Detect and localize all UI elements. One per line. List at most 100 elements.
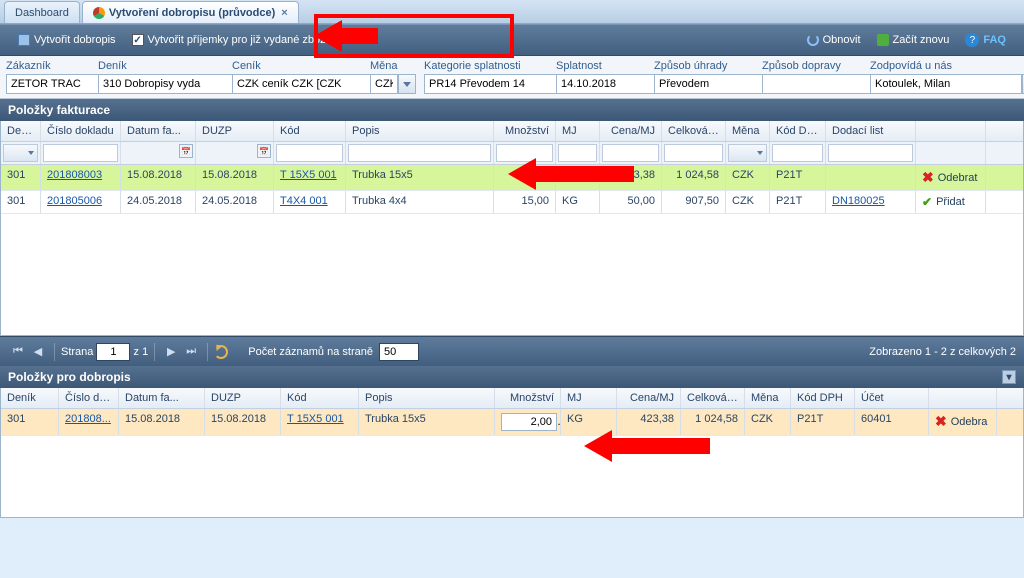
code-link[interactable]: T 15X5 001	[280, 169, 337, 181]
remove-row-button[interactable]: ✖Odebrat	[922, 169, 977, 186]
cell2-currency: CZK	[745, 409, 791, 435]
col-date[interactable]: Datum fa...	[121, 121, 196, 141]
col2-vat[interactable]: Kód DPH	[791, 388, 855, 408]
close-icon[interactable]: ×	[281, 7, 287, 19]
cell2-desc: Trubka 15x5	[359, 409, 495, 435]
pager-refresh-icon[interactable]	[214, 345, 228, 359]
invoice-items-title: Položky fakturace	[8, 103, 110, 117]
prev-page-button[interactable]: ◀	[30, 344, 46, 360]
filter-delivery[interactable]	[828, 144, 913, 162]
col-price[interactable]: Cena/MJ	[600, 121, 662, 141]
remove2-icon: ✖	[935, 413, 947, 430]
table-row[interactable]: 301 201808... 15.08.2018 15.08.2018 T 15…	[1, 409, 1023, 436]
currency-input[interactable]	[370, 74, 398, 94]
due-category-label: Kategorie splatnosti	[424, 60, 552, 72]
filter-qty[interactable]	[496, 144, 553, 162]
tab-wizard[interactable]: Vytvoření dobropisu (průvodce) ×	[82, 1, 299, 23]
cell-date: 24.05.2018	[121, 191, 196, 213]
invoice-items-columns: Deník Číslo dokladu Datum fa... DUZP Kód…	[1, 121, 1023, 142]
delivery-link[interactable]: DN180025	[832, 195, 885, 207]
create-receipt-checkbox[interactable]: ✓ Vytvořit příjemky pro již vydané zboží	[124, 30, 337, 50]
page-input[interactable]	[96, 343, 130, 361]
filter-price[interactable]	[602, 144, 659, 162]
filter-docnum[interactable]	[43, 144, 118, 162]
col-vat[interactable]: Kód DPH	[770, 121, 826, 141]
cell2-date: 15.08.2018	[119, 409, 205, 435]
col-action	[916, 121, 986, 141]
filter-desc[interactable]	[348, 144, 491, 162]
pricelist-input[interactable]	[232, 74, 384, 94]
create-credit-button[interactable]: Vytvořit dobropis	[10, 30, 124, 50]
col-delivery[interactable]: Dodací list	[826, 121, 916, 141]
col2-desc[interactable]: Popis	[359, 388, 495, 408]
col2-journal[interactable]: Deník	[1, 388, 59, 408]
col-unit[interactable]: MJ	[556, 121, 600, 141]
cell2-total: 1 024,58	[681, 409, 745, 435]
faq-button[interactable]: ? FAQ	[957, 29, 1014, 51]
col2-total[interactable]: Celková ...	[681, 388, 745, 408]
col-desc[interactable]: Popis	[346, 121, 494, 141]
cell2-unit: KG	[561, 409, 617, 435]
reset-button[interactable]: Začít znovu	[869, 30, 958, 50]
table-row[interactable]: 301 201808003 15.08.2018 15.08.2018 T 15…	[1, 165, 1023, 191]
col2-duzp[interactable]: DUZP	[205, 388, 281, 408]
col2-code[interactable]: Kód	[281, 388, 359, 408]
invoice-items-filter-row: 📅 📅	[1, 142, 1023, 165]
col2-price[interactable]: Cena/MJ	[617, 388, 681, 408]
doc2-link[interactable]: 201808...	[65, 413, 111, 425]
refresh-button[interactable]: Obnovit	[799, 30, 869, 50]
col-journal[interactable]: Deník	[1, 121, 41, 141]
credit-items-body: 301 201808... 15.08.2018 15.08.2018 T 15…	[1, 409, 1023, 517]
filter-unit[interactable]	[558, 144, 597, 162]
col-total[interactable]: Celková ...	[662, 121, 726, 141]
table-row[interactable]: 301 201805006 24.05.2018 24.05.2018 T4X4…	[1, 191, 1023, 214]
col2-qty[interactable]: Množství	[495, 388, 561, 408]
due-category-input[interactable]	[424, 74, 576, 94]
col-docnum[interactable]: Číslo dokladu	[41, 121, 121, 141]
col2-unit[interactable]: MJ	[561, 388, 617, 408]
cell-vat: P21T	[770, 191, 826, 213]
tab-wizard-label: Vytvoření dobropisu (průvodce)	[109, 7, 275, 19]
tab-dashboard[interactable]: Dashboard	[4, 1, 80, 23]
cell2-vat: P21T	[791, 409, 855, 435]
first-page-button[interactable]: ⏮	[10, 344, 26, 360]
page-size-input[interactable]	[379, 343, 419, 361]
currency-dd[interactable]	[398, 74, 416, 94]
add-row-button[interactable]: ✔Přidat	[922, 195, 965, 209]
next-page-button[interactable]: ▶	[163, 344, 179, 360]
col2-docnum[interactable]: Číslo do...	[59, 388, 119, 408]
responsible-input[interactable]	[870, 74, 1022, 94]
filter-journal-dd[interactable]	[3, 144, 38, 162]
col2-currency[interactable]: Měna	[745, 388, 791, 408]
col-qty[interactable]: Množství	[494, 121, 556, 141]
col2-account[interactable]: Účet	[855, 388, 929, 408]
create-receipt-label: Vytvořit příjemky pro již vydané zboží	[148, 34, 329, 46]
collapse-icon[interactable]: ▾	[1002, 370, 1016, 384]
filter-total[interactable]	[664, 144, 723, 162]
col2-date[interactable]: Datum fa...	[119, 388, 205, 408]
remove2-button[interactable]: ✖Odebra	[935, 413, 987, 430]
doc-link[interactable]: 201805006	[47, 195, 102, 207]
col-currency[interactable]: Měna	[726, 121, 770, 141]
add-icon: ✔	[922, 195, 932, 209]
cell-unit: KG	[556, 165, 600, 190]
code-link[interactable]: T4X4 001	[280, 195, 328, 207]
page-size-label: Počet záznamů na straně	[248, 346, 373, 358]
invoice-items-header: Položky fakturace	[0, 99, 1024, 121]
qty-input[interactable]	[501, 413, 557, 431]
filter-code[interactable]	[276, 144, 343, 162]
page-size-dd[interactable]	[419, 343, 427, 361]
doc-link[interactable]: 201808003	[47, 169, 102, 181]
journal-input[interactable]	[98, 74, 250, 94]
last-page-button[interactable]: ⏭	[183, 344, 199, 360]
col-code[interactable]: Kód	[274, 121, 346, 141]
cell2-price: 423,38	[617, 409, 681, 435]
filter-date-cal[interactable]: 📅	[179, 144, 193, 158]
filter-vat[interactable]	[772, 144, 823, 162]
filter-duzp-cal[interactable]: 📅	[257, 144, 271, 158]
col-duzp[interactable]: DUZP	[196, 121, 274, 141]
code2-link[interactable]: T 15X5 001	[287, 413, 344, 425]
shipping-label: Způsob dopravy	[762, 60, 866, 72]
cell-duzp: 15.08.2018	[196, 165, 274, 190]
filter-currency-dd[interactable]	[728, 144, 767, 162]
